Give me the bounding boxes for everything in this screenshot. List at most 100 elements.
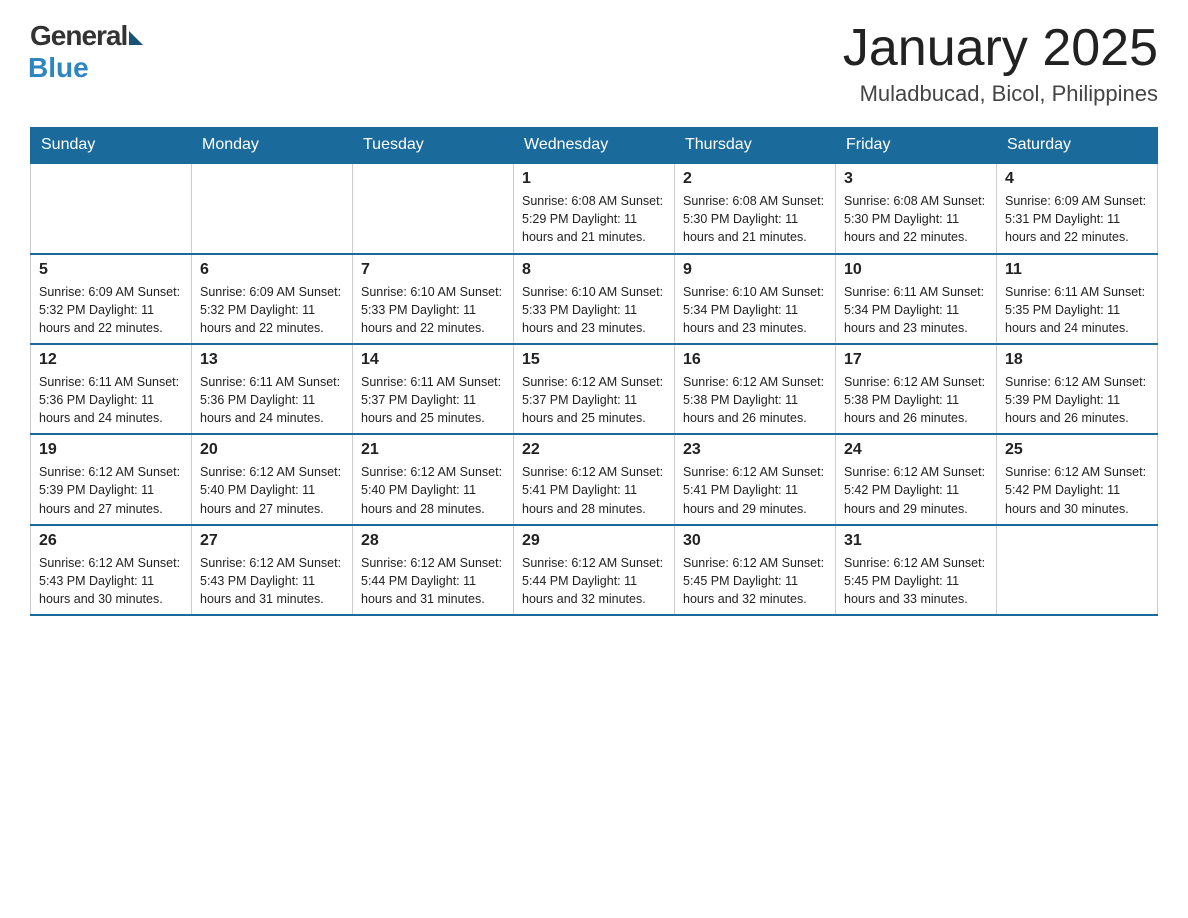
day-cell-17: 17 Sunrise: 6:12 AM Sunset: 5:38 PM Dayli… — [836, 344, 997, 434]
day-info: Sunrise: 6:12 AM Sunset: 5:40 PM Dayligh… — [361, 463, 505, 517]
day-info: Sunrise: 6:12 AM Sunset: 5:41 PM Dayligh… — [683, 463, 827, 517]
day-info: Sunrise: 6:08 AM Sunset: 5:29 PM Dayligh… — [522, 192, 666, 246]
day-info: Sunrise: 6:08 AM Sunset: 5:30 PM Dayligh… — [844, 192, 988, 246]
week-row-4: 19Sunrise: 6:12 AM Sunset: 5:39 PM Dayli… — [31, 434, 1158, 524]
day-number: 24 — [844, 441, 988, 459]
logo-arrow-icon — [129, 31, 143, 45]
day-number: 21 — [361, 441, 505, 459]
title-block: January 2025 Muladbucad, Bicol, Philippi… — [843, 20, 1158, 107]
day-number: 6 — [200, 261, 344, 279]
logo-general-text: General — [30, 20, 127, 52]
day-info: Sunrise: 6:10 AM Sunset: 5:33 PM Dayligh… — [361, 283, 505, 337]
day-cell-2: 2 Sunrise: 6:08 AM Sunset: 5:30 PM Daylig… — [675, 163, 836, 253]
day-number: 14 — [361, 351, 505, 369]
day-cell-25: 25 Sunrise: 6:12 AM Sunset: 5:42 PM Dayli… — [997, 434, 1158, 524]
header-cell-wednesday: Wednesday — [514, 128, 675, 164]
header-cell-monday: Monday — [192, 128, 353, 164]
day-number: 28 — [361, 532, 505, 550]
day-cell-22: 22 Sunrise: 6:12 AM Sunset: 5:41 PM Dayli… — [514, 434, 675, 524]
month-title: January 2025 — [843, 20, 1158, 77]
day-info: Sunrise: 6:12 AM Sunset: 5:40 PM Dayligh… — [200, 463, 344, 517]
day-cell-24: 24 Sunrise: 6:12 AM Sunset: 5:42 PM Dayli… — [836, 434, 997, 524]
day-cell-16: 16Sunrise: 6:12 AM Sunset: 5:38 PM Dayli… — [675, 344, 836, 434]
day-number: 1 — [522, 170, 666, 188]
day-number: 8 — [522, 261, 666, 279]
day-number: 30 — [683, 532, 827, 550]
day-info: Sunrise: 6:09 AM Sunset: 5:31 PM Dayligh… — [1005, 192, 1149, 246]
day-number: 17 — [844, 351, 988, 369]
week-row-3: 12Sunrise: 6:11 AM Sunset: 5:36 PM Dayli… — [31, 344, 1158, 434]
day-cell-29: 29 Sunrise: 6:12 AM Sunset: 5:44 PM Dayli… — [514, 525, 675, 615]
day-info: Sunrise: 6:12 AM Sunset: 5:39 PM Dayligh… — [39, 463, 183, 517]
day-info: Sunrise: 6:09 AM Sunset: 5:32 PM Dayligh… — [39, 283, 183, 337]
calendar-table: SundayMondayTuesdayWednesdayThursdayFrid… — [30, 127, 1158, 616]
day-info: Sunrise: 6:12 AM Sunset: 5:38 PM Dayligh… — [844, 373, 988, 427]
empty-cell — [31, 163, 192, 253]
day-number: 23 — [683, 441, 827, 459]
header-cell-thursday: Thursday — [675, 128, 836, 164]
day-info: Sunrise: 6:11 AM Sunset: 5:35 PM Dayligh… — [1005, 283, 1149, 337]
week-row-2: 5Sunrise: 6:09 AM Sunset: 5:32 PM Daylig… — [31, 254, 1158, 344]
day-cell-26: 26 Sunrise: 6:12 AM Sunset: 5:43 PM Dayli… — [31, 525, 192, 615]
day-cell-20: 20Sunrise: 6:12 AM Sunset: 5:40 PM Dayli… — [192, 434, 353, 524]
week-row-1: 1 Sunrise: 6:08 AM Sunset: 5:29 PM Daylig… — [31, 163, 1158, 253]
location-title: Muladbucad, Bicol, Philippines — [843, 81, 1158, 107]
day-cell-1: 1 Sunrise: 6:08 AM Sunset: 5:29 PM Daylig… — [514, 163, 675, 253]
day-info: Sunrise: 6:10 AM Sunset: 5:33 PM Dayligh… — [522, 283, 666, 337]
day-info: Sunrise: 6:09 AM Sunset: 5:32 PM Dayligh… — [200, 283, 344, 337]
day-cell-18: 18Sunrise: 6:12 AM Sunset: 5:39 PM Dayli… — [997, 344, 1158, 434]
day-info: Sunrise: 6:11 AM Sunset: 5:36 PM Dayligh… — [200, 373, 344, 427]
day-info: Sunrise: 6:12 AM Sunset: 5:43 PM Dayligh… — [200, 554, 344, 608]
day-number: 11 — [1005, 261, 1149, 279]
day-number: 26 — [39, 532, 183, 550]
logo: General Blue — [30, 20, 143, 84]
page-header: General Blue January 2025 Muladbucad, Bi… — [30, 20, 1158, 107]
week-row-5: 26 Sunrise: 6:12 AM Sunset: 5:43 PM Dayli… — [31, 525, 1158, 615]
day-number: 25 — [1005, 441, 1149, 459]
header-cell-tuesday: Tuesday — [353, 128, 514, 164]
day-info: Sunrise: 6:12 AM Sunset: 5:41 PM Dayligh… — [522, 463, 666, 517]
day-info: Sunrise: 6:12 AM Sunset: 5:43 PM Dayligh… — [39, 554, 183, 608]
day-cell-11: 11 Sunrise: 6:11 AM Sunset: 5:35 PM Dayli… — [997, 254, 1158, 344]
day-info: Sunrise: 6:12 AM Sunset: 5:45 PM Dayligh… — [683, 554, 827, 608]
day-info: Sunrise: 6:12 AM Sunset: 5:38 PM Dayligh… — [683, 373, 827, 427]
day-cell-12: 12Sunrise: 6:11 AM Sunset: 5:36 PM Dayli… — [31, 344, 192, 434]
day-cell-5: 5Sunrise: 6:09 AM Sunset: 5:32 PM Daylig… — [31, 254, 192, 344]
day-cell-8: 8 Sunrise: 6:10 AM Sunset: 5:33 PM Daylig… — [514, 254, 675, 344]
header-row: SundayMondayTuesdayWednesdayThursdayFrid… — [31, 128, 1158, 164]
day-number: 29 — [522, 532, 666, 550]
day-cell-30: 30 Sunrise: 6:12 AM Sunset: 5:45 PM Dayli… — [675, 525, 836, 615]
day-info: Sunrise: 6:08 AM Sunset: 5:30 PM Dayligh… — [683, 192, 827, 246]
day-number: 2 — [683, 170, 827, 188]
day-cell-21: 21 Sunrise: 6:12 AM Sunset: 5:40 PM Dayli… — [353, 434, 514, 524]
day-number: 22 — [522, 441, 666, 459]
day-info: Sunrise: 6:11 AM Sunset: 5:37 PM Dayligh… — [361, 373, 505, 427]
day-number: 27 — [200, 532, 344, 550]
day-number: 13 — [200, 351, 344, 369]
day-cell-10: 10 Sunrise: 6:11 AM Sunset: 5:34 PM Dayli… — [836, 254, 997, 344]
day-cell-3: 3Sunrise: 6:08 AM Sunset: 5:30 PM Daylig… — [836, 163, 997, 253]
empty-cell — [353, 163, 514, 253]
day-info: Sunrise: 6:12 AM Sunset: 5:39 PM Dayligh… — [1005, 373, 1149, 427]
header-cell-saturday: Saturday — [997, 128, 1158, 164]
day-cell-19: 19Sunrise: 6:12 AM Sunset: 5:39 PM Dayli… — [31, 434, 192, 524]
day-cell-31: 31 Sunrise: 6:12 AM Sunset: 5:45 PM Dayli… — [836, 525, 997, 615]
day-info: Sunrise: 6:11 AM Sunset: 5:34 PM Dayligh… — [844, 283, 988, 337]
day-info: Sunrise: 6:12 AM Sunset: 5:42 PM Dayligh… — [844, 463, 988, 517]
day-number: 10 — [844, 261, 988, 279]
day-info: Sunrise: 6:12 AM Sunset: 5:45 PM Dayligh… — [844, 554, 988, 608]
day-cell-28: 28 Sunrise: 6:12 AM Sunset: 5:44 PM Dayli… — [353, 525, 514, 615]
day-info: Sunrise: 6:11 AM Sunset: 5:36 PM Dayligh… — [39, 373, 183, 427]
day-cell-14: 14 Sunrise: 6:11 AM Sunset: 5:37 PM Dayli… — [353, 344, 514, 434]
calendar-header: SundayMondayTuesdayWednesdayThursdayFrid… — [31, 128, 1158, 164]
empty-cell — [997, 525, 1158, 615]
day-number: 7 — [361, 261, 505, 279]
day-number: 4 — [1005, 170, 1149, 188]
day-info: Sunrise: 6:12 AM Sunset: 5:44 PM Dayligh… — [522, 554, 666, 608]
day-number: 31 — [844, 532, 988, 550]
day-info: Sunrise: 6:12 AM Sunset: 5:42 PM Dayligh… — [1005, 463, 1149, 517]
day-info: Sunrise: 6:12 AM Sunset: 5:44 PM Dayligh… — [361, 554, 505, 608]
day-cell-13: 13 Sunrise: 6:11 AM Sunset: 5:36 PM Dayli… — [192, 344, 353, 434]
day-number: 9 — [683, 261, 827, 279]
day-number: 15 — [522, 351, 666, 369]
